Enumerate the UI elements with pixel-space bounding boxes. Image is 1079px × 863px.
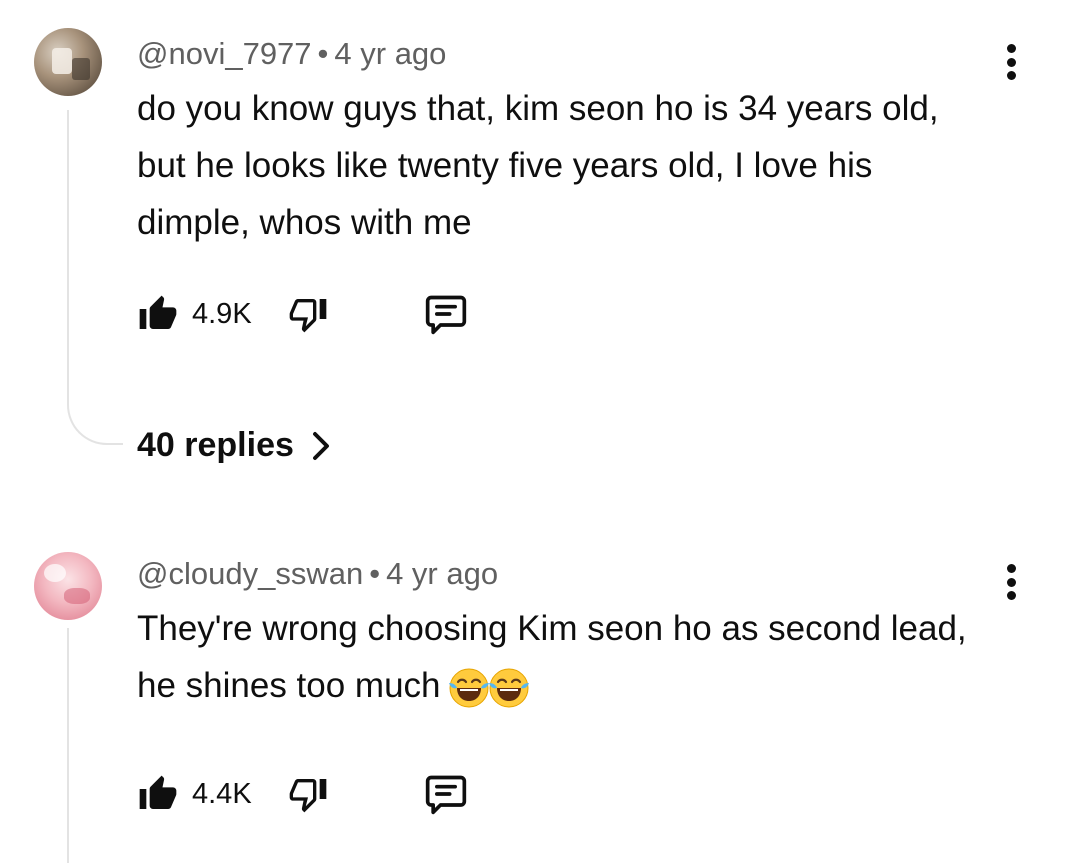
more-vert-icon[interactable] xyxy=(996,560,1026,604)
comment-text: do you know guys that, kim seon ho is 34… xyxy=(137,89,939,242)
laugh-tears-emoji-icon xyxy=(488,668,529,708)
comment-time: 4 yr ago xyxy=(386,556,499,591)
comment-thread: @cloudy_sswan • 4 yr ago They're wrong cho… xyxy=(0,520,1079,863)
comment-author[interactable]: @novi_7977 xyxy=(137,36,312,71)
comment-time: 4 yr ago xyxy=(334,36,447,71)
comment-thread: @novi_7977 • 4 yr ago do you know guys tha… xyxy=(0,0,1079,520)
comment-icon[interactable] xyxy=(424,772,468,816)
view-replies-button[interactable]: 40 replies xyxy=(137,426,330,465)
laughing-emoji: 😂😂 xyxy=(447,666,529,710)
comment-meta: @cloudy_sswan • 4 yr ago xyxy=(137,556,498,592)
comment-meta: @novi_7977 • 4 yr ago xyxy=(137,36,446,72)
comment-actions: 4.4K xyxy=(136,772,468,816)
comment-author[interactable]: @cloudy_sswan xyxy=(137,556,363,591)
thread-line xyxy=(67,110,69,395)
comment-actions: 4.9K xyxy=(136,292,468,336)
replies-label: 40 replies xyxy=(137,426,294,464)
like-count: 4.9K xyxy=(192,297,252,330)
thread-connector xyxy=(67,393,123,445)
laugh-tears-emoji-icon xyxy=(448,668,489,708)
chevron-right-icon xyxy=(312,431,330,461)
thread-line xyxy=(67,628,69,863)
meta-separator: • xyxy=(369,556,381,591)
comment-text: They're wrong choosing Kim seon ho as se… xyxy=(137,600,987,714)
meta-separator: • xyxy=(317,36,329,71)
thumb-down-icon[interactable] xyxy=(286,292,330,336)
thumb-down-icon[interactable] xyxy=(286,772,330,816)
like-count: 4.4K xyxy=(192,777,252,810)
avatar[interactable] xyxy=(34,552,102,620)
comment-icon[interactable] xyxy=(424,292,468,336)
comments-page: @novi_7977 • 4 yr ago do you know guys tha… xyxy=(0,0,1079,863)
more-vert-icon[interactable] xyxy=(996,40,1026,84)
comment-text-body: They're wrong choosing Kim seon ho as se… xyxy=(137,609,967,705)
thumb-up-icon[interactable] xyxy=(136,772,180,816)
avatar[interactable] xyxy=(34,28,102,96)
thumb-up-icon[interactable] xyxy=(136,292,180,336)
